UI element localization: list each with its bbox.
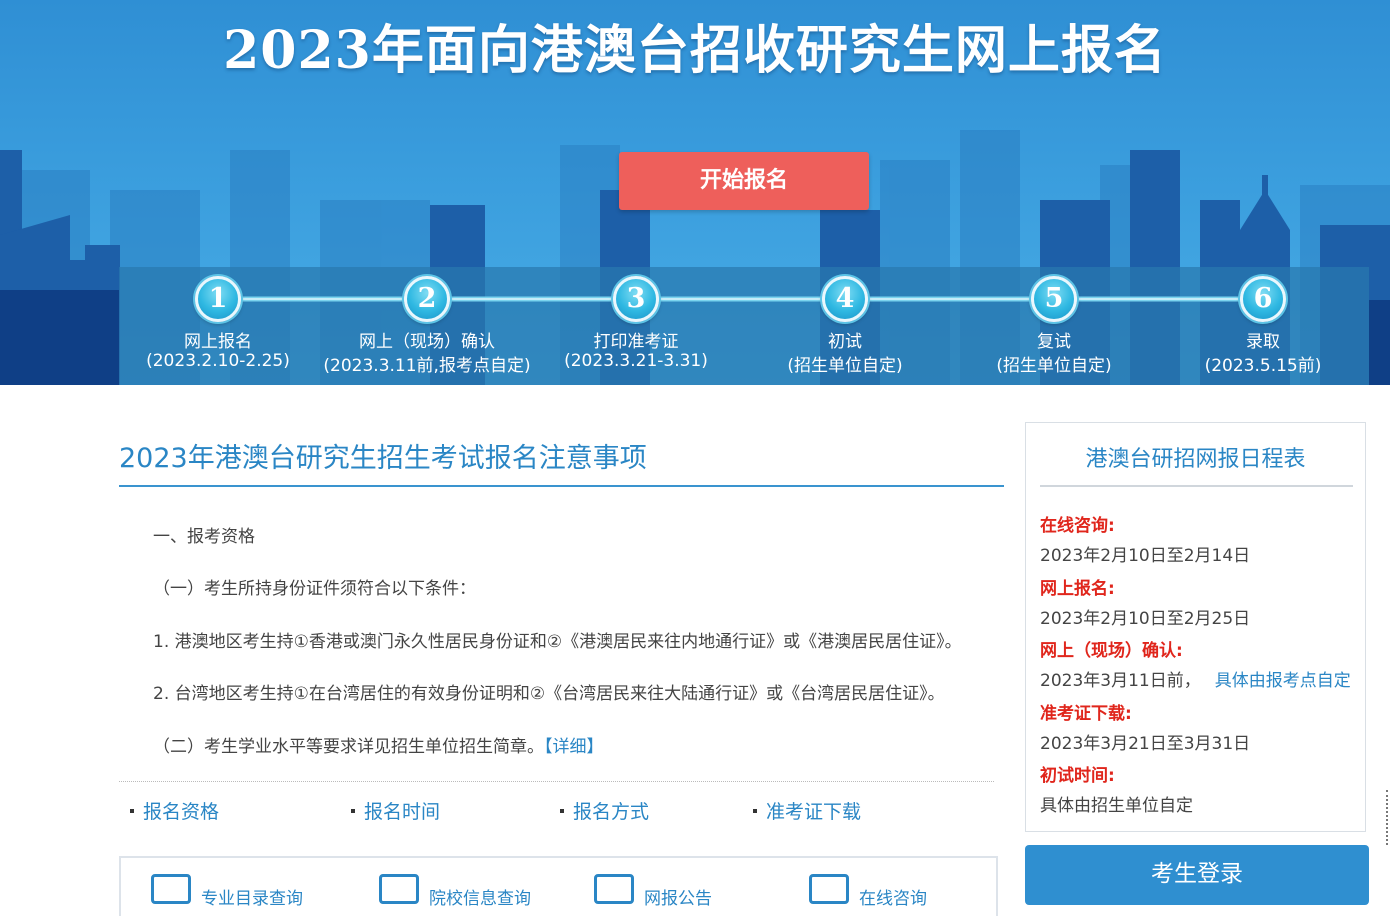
dotted-divider — [119, 781, 994, 782]
step-date: (2023.3.21-3.31) — [564, 351, 708, 371]
service-label: 院校信息查询 — [429, 889, 531, 909]
step-number: 1 — [195, 276, 241, 322]
notice-paragraph: 1. 港澳地区考生持①香港或澳门永久性居民身份证和②《港澳居民来往内地通行证》或… — [153, 632, 962, 652]
chat-icon — [809, 874, 849, 904]
megaphone-icon — [594, 874, 634, 904]
step-number: 3 — [613, 276, 659, 322]
catalog-icon — [151, 874, 191, 904]
schedule-value: 2023年3月21日至3月31日 — [1040, 734, 1251, 754]
service-school-info[interactable]: 院校信息查询 — [379, 874, 531, 914]
step-date: (2023.5.15前) — [1204, 356, 1322, 376]
step-3: 3 打印准考证 (2023.3.21-3.31) — [531, 267, 741, 385]
step-date: (招生单位自定) — [787, 356, 903, 376]
schedule-value: 具体由招生单位自定 — [1040, 796, 1193, 816]
candidate-login-button[interactable]: 考生登录 — [1025, 845, 1369, 905]
step-number: 6 — [1240, 276, 1286, 322]
step-name: 网上（现场）确认 — [359, 332, 495, 352]
schedule-label: 网上（现场）确认: — [1040, 641, 1183, 661]
step-name: 打印准考证 — [593, 332, 679, 352]
step-name: 网上报名 — [184, 332, 252, 352]
step-number: 5 — [1031, 276, 1077, 322]
quick-link-admission-ticket[interactable]: 准考证下载 — [753, 797, 861, 824]
schedule-label: 准考证下载: — [1040, 704, 1132, 724]
step-date: (2023.2.10-2.25) — [146, 351, 290, 371]
service-label: 网报公告 — [644, 889, 712, 909]
page-title: 2023年面向港澳台招收研究生网上报名 — [223, 20, 1167, 81]
notice-divider — [119, 485, 1004, 487]
step-name: 初试 — [828, 332, 862, 352]
bullet-icon — [130, 809, 134, 813]
step-date: (2023.3.11前,报考点自定) — [323, 356, 531, 376]
notice-paragraph: （一）考生所持身份证件须符合以下条件： — [153, 579, 476, 599]
notice-text: （二）考生学业水平等要求详见招生单位招生简章。 — [153, 737, 544, 757]
quick-link-label: 准考证下载 — [766, 801, 862, 823]
schedule-label: 在线咨询: — [1040, 516, 1115, 536]
service-label: 在线咨询 — [859, 889, 927, 909]
step-name: 复试 — [1037, 332, 1071, 352]
quick-link-label: 报名方式 — [573, 801, 650, 823]
scroll-indicator[interactable] — [1386, 790, 1389, 845]
schedule-panel: 港澳台研招网报日程表 在线咨询: 2023年2月10日至2月14日 网上报名: … — [1025, 422, 1366, 832]
step-4: 4 初试 (招生单位自定) — [740, 267, 950, 385]
schedule-title: 港澳台研招网报日程表 — [1085, 447, 1306, 472]
service-online-consult[interactable]: 在线咨询 — [809, 874, 927, 914]
start-registration-button[interactable]: 开始报名 — [619, 152, 869, 210]
bullet-icon — [560, 809, 564, 813]
step-date: (招生单位自定) — [996, 356, 1112, 376]
step-2: 2 网上（现场）确认 (2023.3.11前,报考点自定) — [322, 267, 532, 385]
service-major-catalog[interactable]: 专业目录查询 — [151, 874, 303, 914]
notice-paragraph: 一、报考资格 — [153, 527, 255, 547]
step-number: 2 — [404, 276, 450, 322]
step-5: 5 复试 (招生单位自定) — [949, 267, 1159, 385]
quick-link-eligibility[interactable]: 报名资格 — [130, 797, 219, 824]
step-6: 6 录取 (2023.5.15前) — [1158, 267, 1368, 385]
quick-link-label: 报名资格 — [143, 801, 220, 823]
detail-link[interactable]: 【详细】 — [544, 737, 604, 757]
service-label: 专业目录查询 — [201, 889, 303, 909]
step-number: 4 — [822, 276, 868, 322]
service-announcements[interactable]: 网报公告 — [594, 874, 712, 914]
school-icon — [379, 874, 419, 904]
schedule-divider — [1040, 485, 1353, 487]
notice-paragraph: 2. 台湾地区考生持①在台湾居住的有效身份证明和②《台湾居民来往大陆通行证》或《… — [153, 684, 945, 704]
schedule-label: 网上报名: — [1040, 579, 1115, 599]
bullet-icon — [753, 809, 757, 813]
quick-link-label: 报名时间 — [364, 801, 441, 823]
process-steps-bar: 1 网上报名 (2023.2.10-2.25) 2 网上（现场）确认 (2023… — [119, 267, 1369, 385]
schedule-value-text: 2023年3月11日前， — [1040, 671, 1201, 691]
schedule-value: 2023年3月11日前， 具体由报考点自定 — [1040, 666, 1351, 691]
services-panel: 专业目录查询 院校信息查询 网报公告 在线咨询 — [119, 856, 998, 916]
quick-link-method[interactable]: 报名方式 — [560, 797, 649, 824]
schedule-value-highlight: 具体由报考点自定 — [1214, 671, 1351, 691]
notice-paragraph: （二）考生学业水平等要求详见招生单位招生简章。【详细】 — [153, 732, 604, 757]
schedule-value: 2023年2月10日至2月14日 — [1040, 546, 1251, 566]
header-banner: 2023年面向港澳台招收研究生网上报名 开始报名 1 网上报名 (2023.2.… — [0, 0, 1390, 385]
quick-link-time[interactable]: 报名时间 — [351, 797, 440, 824]
bullet-icon — [351, 809, 355, 813]
schedule-label: 初试时间: — [1040, 766, 1115, 786]
notice-title: 2023年港澳台研究生招生考试报名注意事项 — [119, 443, 647, 474]
step-name: 录取 — [1246, 332, 1280, 352]
step-1: 1 网上报名 (2023.2.10-2.25) — [113, 267, 323, 385]
schedule-value: 2023年2月10日至2月25日 — [1040, 609, 1251, 629]
